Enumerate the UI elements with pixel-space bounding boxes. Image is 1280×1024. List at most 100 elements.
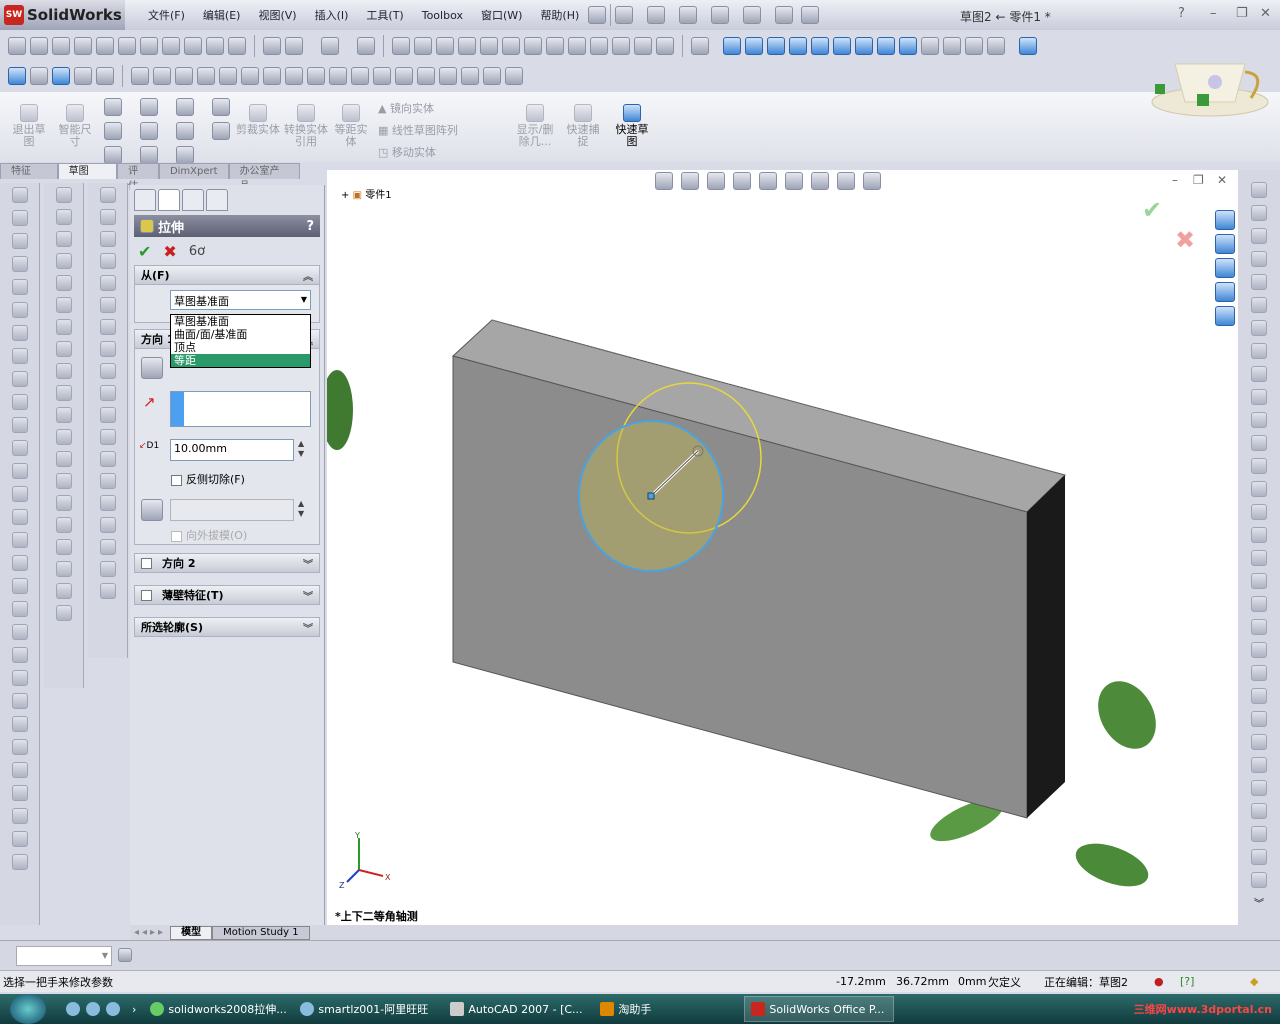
tab-motion-study[interactable]: Motion Study 1 <box>212 925 310 940</box>
direction-selection-box[interactable] <box>170 391 311 427</box>
appearances-tab-icon[interactable] <box>1215 306 1235 326</box>
property-manager-tab[interactable] <box>158 189 180 211</box>
menu-edit[interactable]: 编辑(E) <box>194 7 250 23</box>
back-view-icon[interactable] <box>745 36 763 55</box>
mate-icon[interactable] <box>30 36 48 55</box>
tab-evaluate[interactable]: 评估 <box>117 163 159 192</box>
tool-icon[interactable] <box>1251 757 1267 773</box>
print-icon[interactable] <box>711 6 730 24</box>
tool-icon[interactable] <box>99 231 116 247</box>
layer-properties-icon[interactable] <box>118 948 132 962</box>
four-view-icon[interactable] <box>987 36 1005 55</box>
tool-icon[interactable] <box>1251 849 1267 865</box>
sphere-icon[interactable] <box>96 66 114 85</box>
tool-icon[interactable] <box>99 363 116 379</box>
isometric-icon[interactable] <box>855 36 873 55</box>
clip-icon[interactable] <box>206 36 224 55</box>
grid-icon[interactable] <box>357 36 375 55</box>
task-autocad[interactable]: AutoCAD 2007 - [C... <box>444 996 594 1022</box>
balloon-icon[interactable] <box>219 66 237 85</box>
chart-icon[interactable] <box>184 36 202 55</box>
tool-icon[interactable] <box>1251 366 1267 382</box>
tool-icon[interactable] <box>11 532 28 548</box>
left-view-icon[interactable] <box>767 36 785 55</box>
tool-icon[interactable] <box>1251 435 1267 451</box>
centerline-icon[interactable] <box>483 66 501 85</box>
close-button[interactable]: ✕ <box>1260 6 1271 21</box>
tool-icon[interactable] <box>1251 458 1267 474</box>
menu-window[interactable]: 窗口(W) <box>472 7 531 23</box>
solidworks-logo[interactable]: SW SolidWorks <box>0 0 125 30</box>
draft-angle-input[interactable] <box>170 499 294 521</box>
tool-icon[interactable] <box>1251 412 1267 428</box>
arc-icon[interactable] <box>140 122 158 140</box>
tool-icon[interactable] <box>55 385 72 401</box>
configuration-manager-tab[interactable] <box>182 189 204 211</box>
quick-tips-icon[interactable]: [?] <box>1180 975 1250 988</box>
tab-dimxpert[interactable]: DimXpert <box>158 163 229 179</box>
quicklaunch-more[interactable]: › <box>132 1003 136 1016</box>
tool-icon[interactable] <box>55 231 72 247</box>
tolerance-icon[interactable] <box>307 66 325 85</box>
grid-sketch-icon[interactable] <box>212 98 230 116</box>
tool-icon[interactable] <box>55 605 72 621</box>
tool-icon[interactable] <box>1251 711 1267 727</box>
block-icon[interactable] <box>439 66 457 85</box>
tool-icon[interactable] <box>11 739 28 755</box>
tool-icon[interactable] <box>55 429 72 445</box>
tool-icon[interactable] <box>1251 550 1267 566</box>
tab-scroll-buttons[interactable]: ◂◂▸▸ <box>130 927 170 938</box>
dimxpert-manager-tab[interactable] <box>206 189 228 211</box>
options-icon[interactable] <box>801 6 820 24</box>
body-side-face[interactable] <box>1027 475 1065 818</box>
tool-icon[interactable] <box>55 297 72 313</box>
tab-office-products[interactable]: 办公室产品 <box>228 163 300 192</box>
sensor-icon[interactable] <box>612 36 630 55</box>
more-tools-chevron[interactable]: ︾ <box>1254 895 1264 910</box>
tool-icon[interactable] <box>1251 826 1267 842</box>
auto-balloon-icon[interactable] <box>241 66 259 85</box>
menu-help[interactable]: 帮助(H) <box>531 7 588 23</box>
help-button[interactable]: ? <box>306 219 314 234</box>
menu-tools[interactable]: 工具(T) <box>357 7 412 23</box>
save-icon[interactable] <box>679 6 698 24</box>
spell-icon[interactable] <box>392 36 410 55</box>
pin-icon[interactable] <box>588 6 607 24</box>
tool-icon[interactable] <box>99 407 116 423</box>
task-solidworks[interactable]: SolidWorks Office P... <box>744 996 895 1022</box>
right-view-icon[interactable] <box>789 36 807 55</box>
view-icon[interactable] <box>656 36 674 55</box>
layer-icon[interactable] <box>74 66 92 85</box>
tool-icon[interactable] <box>99 583 116 599</box>
tool-icon[interactable] <box>1251 320 1267 336</box>
top-view-icon[interactable] <box>811 36 829 55</box>
tool-icon[interactable] <box>1251 205 1267 221</box>
task-taozhushou[interactable]: 淘助手 <box>594 996 744 1022</box>
revision-icon[interactable] <box>395 66 413 85</box>
tool-icon[interactable] <box>55 341 72 357</box>
datum-target-icon[interactable] <box>351 66 369 85</box>
select-icon[interactable] <box>321 36 339 55</box>
help-icon[interactable]: ? <box>1178 6 1185 21</box>
bottom-view-icon[interactable] <box>833 36 851 55</box>
task-browser[interactable]: solidworks2008拉伸... <box>144 996 294 1022</box>
dimension-icon[interactable] <box>131 66 149 85</box>
view-palette-tab-icon[interactable] <box>1215 282 1235 302</box>
ellipse-icon[interactable] <box>176 122 194 140</box>
hole-icon[interactable] <box>96 36 114 55</box>
render-icon[interactable] <box>285 36 303 55</box>
verify-icon[interactable] <box>634 36 652 55</box>
fillet-icon[interactable] <box>140 146 158 164</box>
quick-snaps-button[interactable]: 快速捕捉 <box>562 104 604 148</box>
tool-icon[interactable] <box>1251 297 1267 313</box>
selected-contours-group-header[interactable]: 所选轮廓(S) ︾ <box>134 617 320 637</box>
form-icon[interactable] <box>263 36 281 55</box>
tool-icon[interactable] <box>11 187 28 203</box>
tool-icon[interactable] <box>99 451 116 467</box>
display-delete-relations-button[interactable]: 显示/删除几... <box>512 104 558 148</box>
tool-icon[interactable] <box>99 385 116 401</box>
tool-icon[interactable] <box>1251 527 1267 543</box>
direction2-group-header[interactable]: 方向 2 ︾ <box>134 553 320 573</box>
offset-entities-button[interactable]: 等距实体 <box>330 104 372 148</box>
tool-icon[interactable] <box>55 561 72 577</box>
